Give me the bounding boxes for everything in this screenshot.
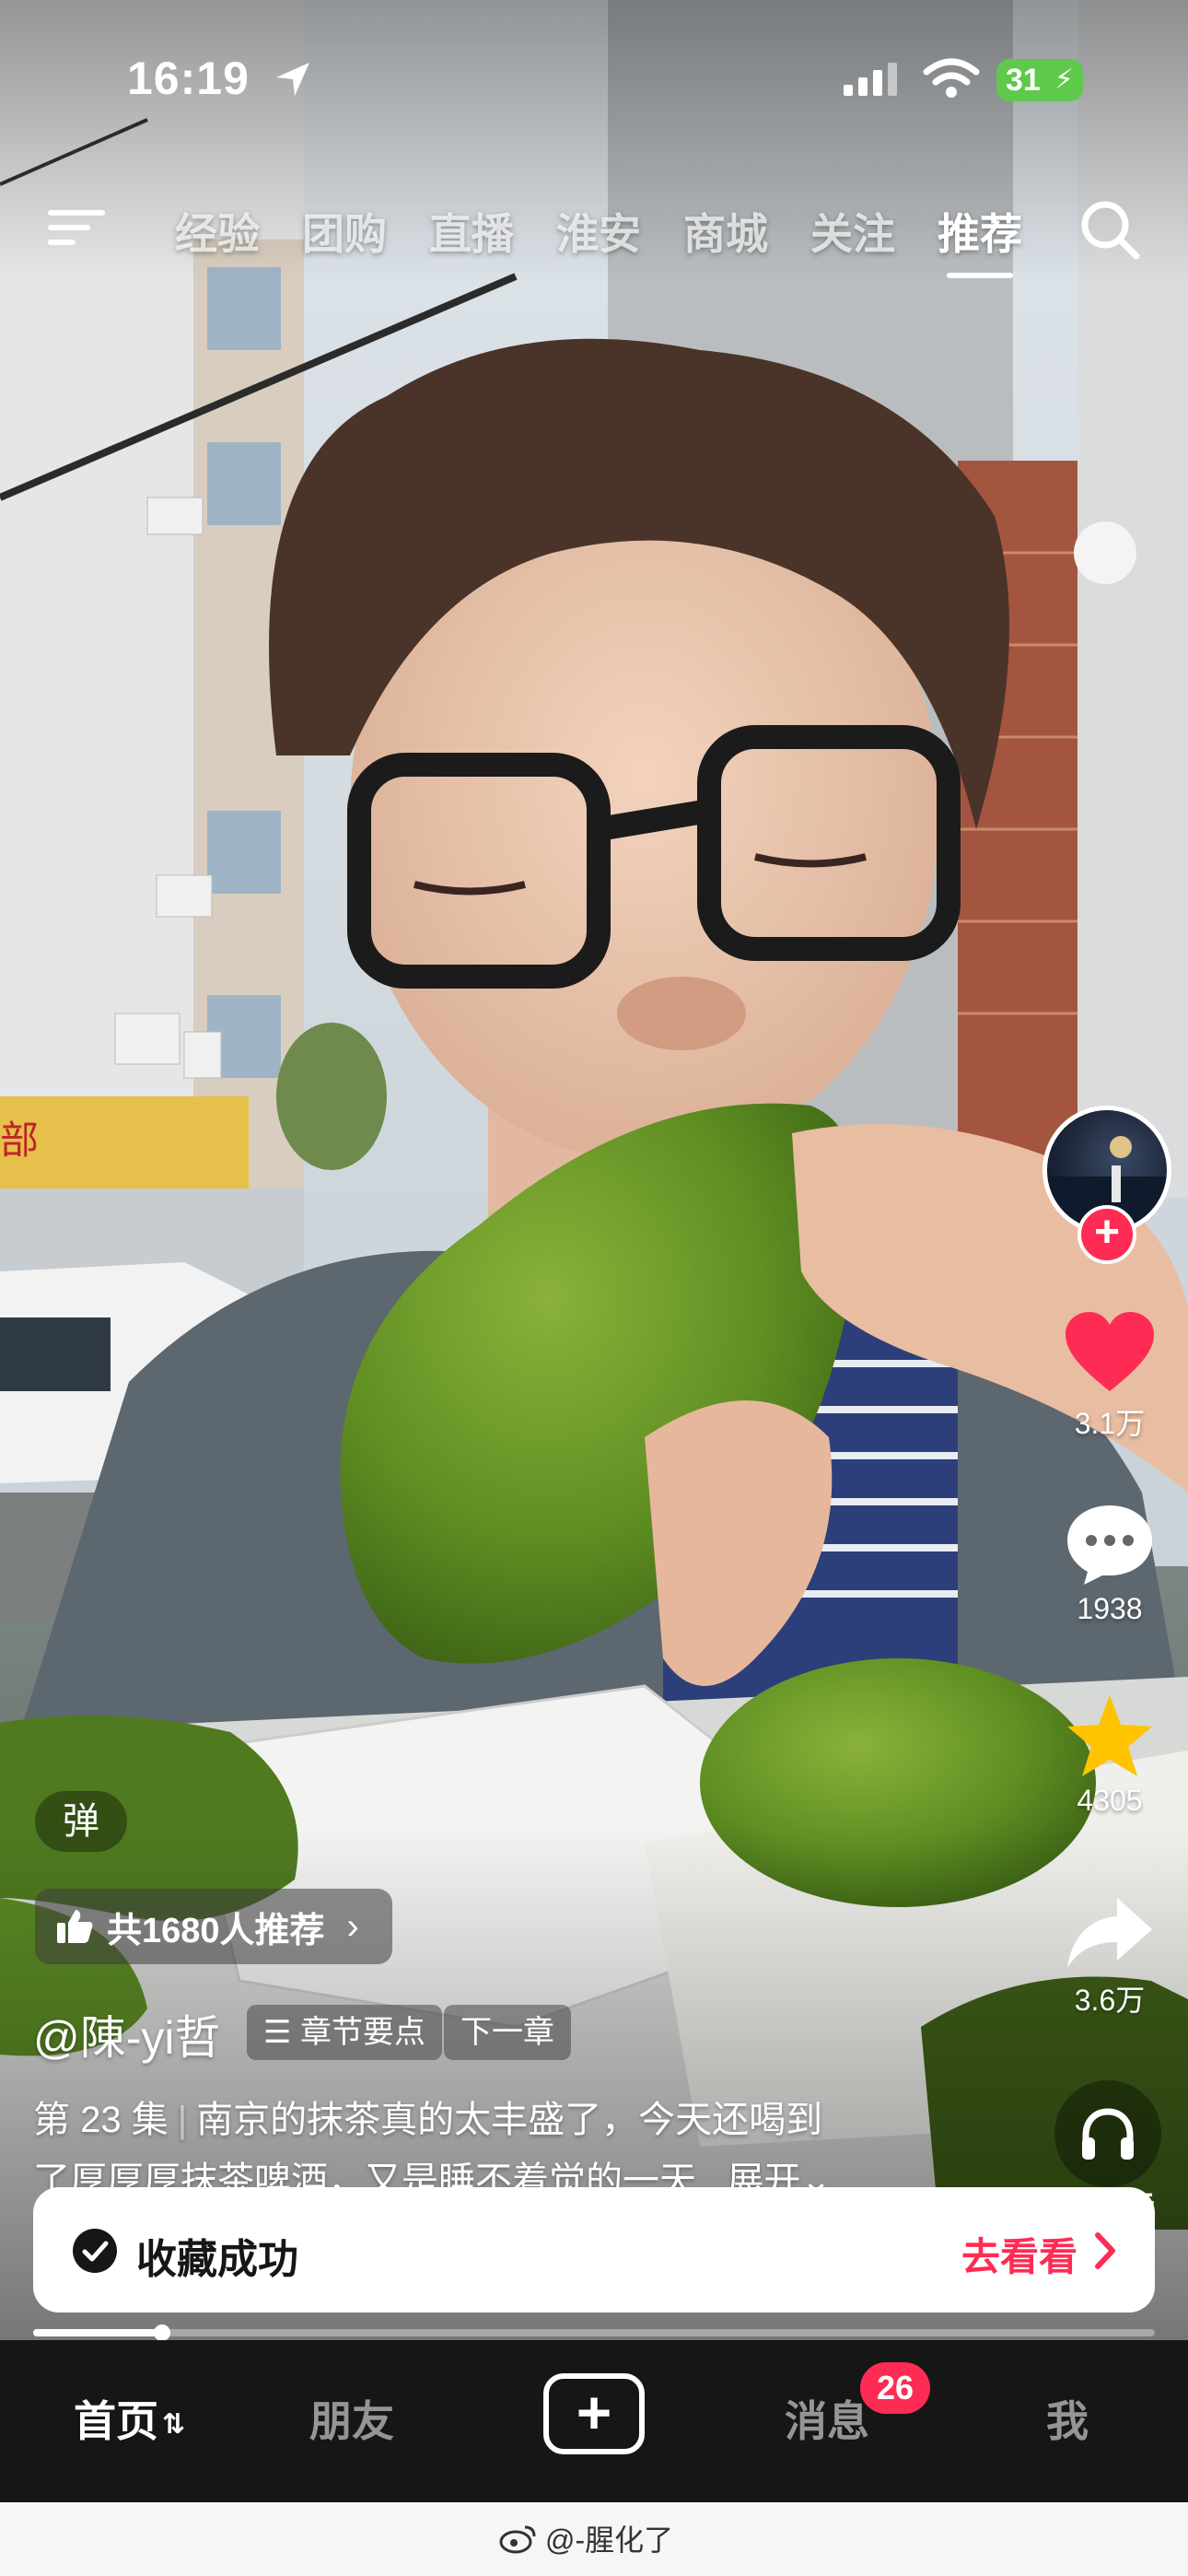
tab-huaian[interactable]: 淮安: [556, 201, 641, 262]
video-progress-bar[interactable]: [33, 2324, 1155, 2340]
share-arrow-icon: [1067, 1898, 1152, 1968]
watermark-bar: @-腥化了: [0, 2502, 1188, 2576]
share-count: 3.6万: [1074, 1984, 1146, 2017]
next-chapter-chip[interactable]: 下一章: [444, 2005, 571, 2060]
bottom-tab-bar: 首页 ⇅ 朋友 + 消息 26 我: [0, 2340, 1188, 2502]
menu-icon[interactable]: [48, 206, 105, 249]
tab-friends[interactable]: 朋友: [309, 2388, 394, 2449]
location-arrow-icon: [276, 63, 309, 96]
create-plus-button[interactable]: +: [543, 2373, 645, 2454]
tab-jingyan[interactable]: 经验: [175, 201, 260, 262]
tab-me[interactable]: 我: [1046, 2388, 1089, 2449]
messages-badge: 26: [860, 2362, 930, 2414]
chapter-points-chip[interactable]: ☰ 章节要点: [247, 2005, 442, 2060]
caption-line-1: 第 23 集 | 南京的抹茶真的太丰盛了，今天还喝到: [33, 2100, 823, 2140]
video-frame[interactable]: 部: [0, 0, 1188, 2340]
recommend-pill[interactable]: 共1680人推荐 ›: [35, 1889, 392, 1964]
active-tab-indicator: [947, 273, 1013, 278]
saved-toast: 收藏成功 去看看: [33, 2187, 1155, 2313]
star-icon: [1067, 1695, 1152, 1776]
weibo-logo-icon: [499, 2525, 536, 2554]
list-icon: ☰: [263, 2015, 300, 2050]
headphones-icon: [1082, 2108, 1134, 2160]
tab-shangcheng[interactable]: 商城: [683, 201, 768, 262]
video-scene-illustration: 部: [0, 0, 1188, 2340]
watermark-text: @-腥化了: [545, 2523, 674, 2557]
chapter-points-label: 章节要点: [299, 2015, 425, 2050]
refresh-swap-icon: ⇅: [162, 2409, 186, 2441]
progress-fill: [33, 2329, 163, 2336]
like-button[interactable]: 3.1万: [1041, 1310, 1179, 1443]
share-button[interactable]: 3.6万: [1041, 1894, 1179, 2020]
heart-icon: [1066, 1312, 1154, 1391]
follow-plus-button[interactable]: +: [1077, 1205, 1136, 1264]
toast-view-link[interactable]: 去看看: [961, 2226, 1077, 2282]
tab-messages[interactable]: 消息: [785, 2388, 869, 2449]
battery-level: 31: [1006, 63, 1041, 98]
tab-tuangou[interactable]: 团购: [302, 201, 387, 262]
caption-text-line-1: 南京的抹茶真的太丰盛了，今天还喝到: [196, 2100, 823, 2140]
tab-home-label: 首页: [74, 2397, 158, 2445]
favorite-button[interactable]: 4305: [1041, 1693, 1179, 1818]
thumbs-up-icon: [57, 1910, 93, 1943]
episode-label: 第 23 集: [33, 2100, 169, 2140]
author-name[interactable]: @陳-yi哲: [33, 2001, 221, 2067]
battery-indicator: 31 ⚡: [996, 59, 1083, 101]
chevron-right-icon[interactable]: [1092, 2231, 1118, 2270]
recommend-text: 共1680人推荐: [107, 1911, 325, 1950]
progress-knob[interactable]: [154, 2324, 171, 2340]
listen-circle: [1054, 2080, 1161, 2187]
status-bar: 16:19 31 ⚡: [0, 0, 1188, 157]
check-circle-icon: [73, 2229, 117, 2273]
like-count: 3.1万: [1074, 1407, 1146, 1440]
status-time: 16:19: [127, 53, 250, 104]
tab-tuijian[interactable]: 推荐: [938, 201, 1022, 262]
favorite-count: 4305: [1077, 1784, 1143, 1817]
tab-zhibo[interactable]: 直播: [429, 201, 514, 262]
comment-button[interactable]: 1938: [1041, 1502, 1179, 1626]
search-icon[interactable]: [1077, 197, 1142, 262]
top-navigation: 经验 团购 直播 淮安 商城 关注 推荐: [0, 175, 1188, 278]
chevron-right-icon: ›: [346, 1905, 359, 1947]
comment-count: 1938: [1077, 1592, 1143, 1625]
toast-message: 收藏成功: [136, 2237, 298, 2282]
comment-icon: [1067, 1505, 1152, 1585]
danmu-toggle-button[interactable]: 弹: [35, 1791, 127, 1852]
charging-bolt-icon: ⚡: [1054, 64, 1074, 95]
wifi-icon: [923, 58, 980, 98]
watermark: @-腥化了: [499, 2517, 673, 2559]
tab-home[interactable]: 首页 ⇅: [74, 2388, 185, 2449]
cellular-signal-icon: [844, 63, 897, 96]
tab-guanzhu[interactable]: 关注: [810, 201, 895, 262]
